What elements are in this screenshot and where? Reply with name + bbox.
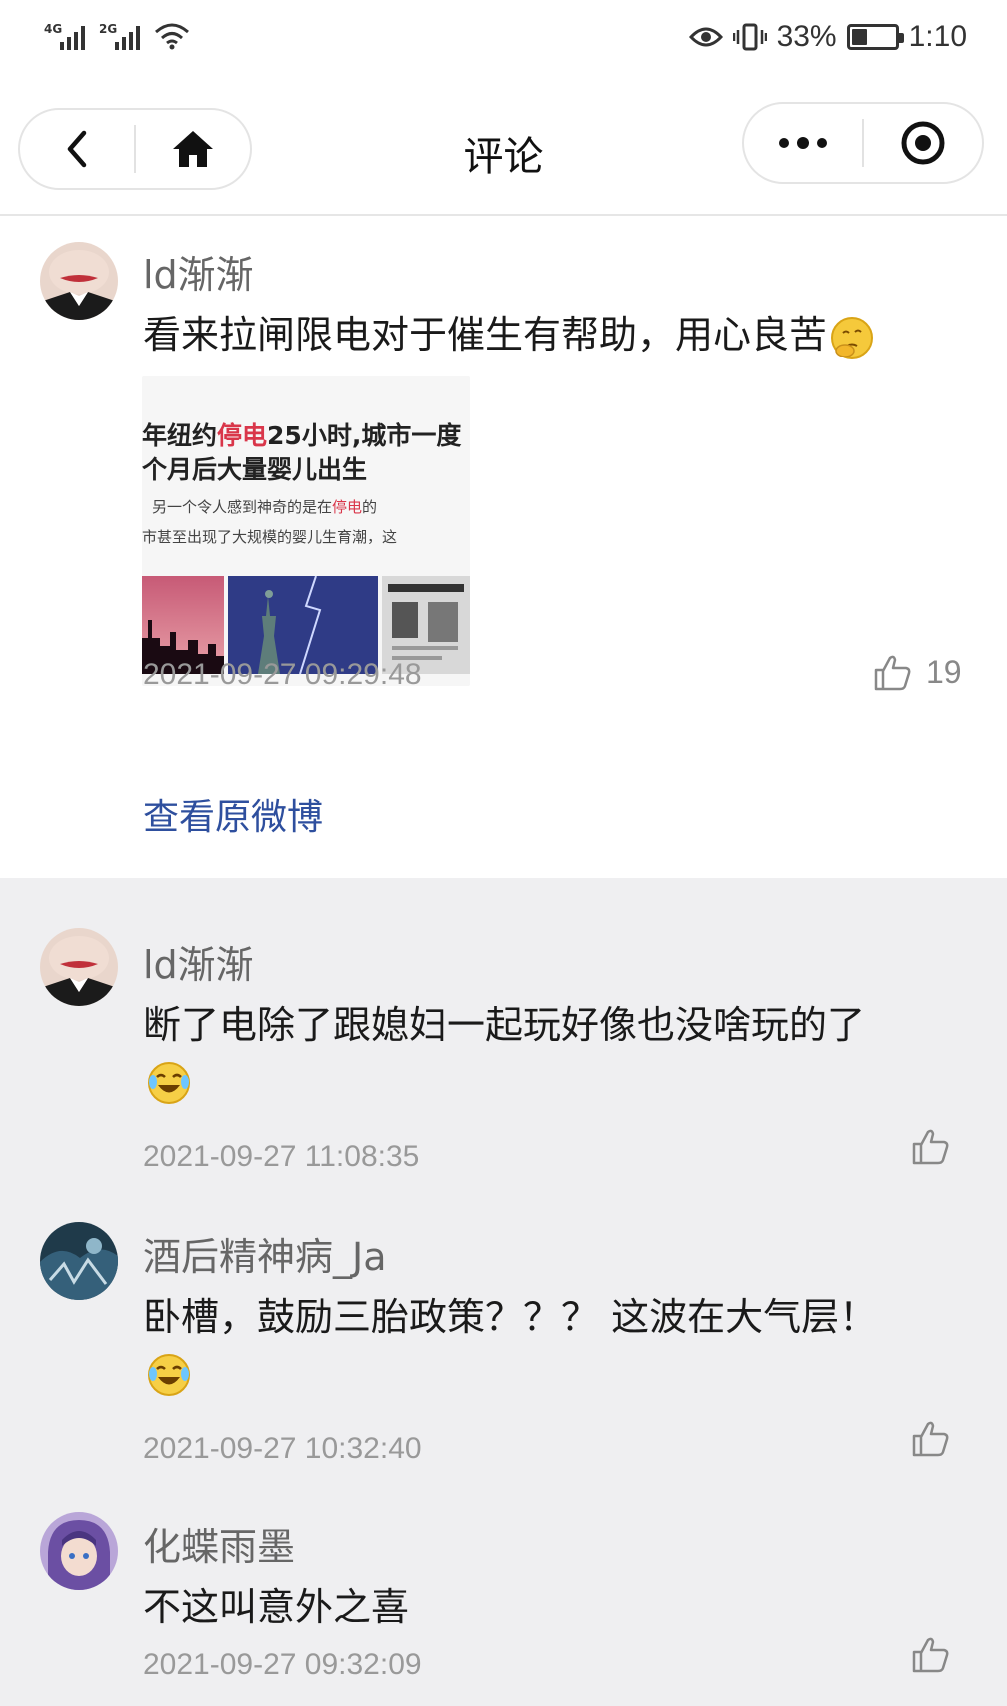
signal-2g-label: 2G — [99, 22, 118, 36]
laugh-cry-emoji-icon — [146, 1352, 192, 1402]
reply-item: 酒后精神病_Ja 卧槽，鼓励三胎政策？？？ 这波在大气层！ 2021-09-27… — [0, 1178, 1007, 1468]
vibrate-icon — [732, 23, 767, 51]
signal-4g-label: 4G — [44, 22, 63, 36]
thumbs-up-icon — [912, 1129, 949, 1165]
reply-item: 化蝶雨墨 不这叫意外之喜 2021-09-27 09:32:09 — [0, 1468, 1007, 1706]
wifi-icon — [155, 23, 189, 50]
like-button[interactable] — [910, 1418, 950, 1458]
status-bar: 4G 2G 33% 1:10 — [0, 0, 1007, 82]
thumbs-up-icon — [874, 655, 911, 691]
reply-timestamp: 2021-09-27 10:32:40 — [143, 1432, 422, 1465]
reply-username[interactable]: 化蝶雨墨 — [143, 1516, 295, 1571]
news-body-1-highlight: 停电 — [332, 498, 363, 516]
reply-item: ld渐渐 断了电除了跟媳妇一起玩好像也没啥玩的了 2021-09-27 11:0… — [0, 878, 1007, 1178]
avatar[interactable] — [40, 928, 118, 1006]
reply-timestamp: 2021-09-27 09:32:09 — [143, 1648, 422, 1681]
more-button[interactable] — [744, 104, 862, 182]
nav-capsule-right — [742, 102, 984, 184]
news-headline-1-suffix: 25小时,城市一度 — [267, 421, 462, 450]
more-dots-icon — [779, 137, 827, 149]
battery-percent: 33% — [776, 20, 837, 53]
signal-4g-icon: 4G — [44, 22, 85, 50]
close-button[interactable] — [864, 104, 982, 182]
news-body-1: 另一个令人感到神奇的是在停电的 — [152, 496, 377, 517]
battery-icon — [846, 24, 904, 50]
comment-username[interactable]: ld渐渐 — [143, 244, 254, 299]
attached-news-image[interactable]: 年纽约停电25小时,城市一度 个月后大量婴儿出生 另一个令人感到神奇的是在停电的… — [142, 376, 470, 686]
thumbs-up-icon — [912, 1421, 949, 1457]
news-body-2: 市甚至出现了大规模的婴儿生育潮，这 — [142, 528, 398, 546]
thinking-emoji-icon — [831, 316, 874, 359]
avatar[interactable] — [40, 1222, 118, 1300]
reply-username[interactable]: ld渐渐 — [143, 934, 254, 989]
reply-text: 卧槽，鼓励三胎政策？？？ 这波在大气层！ — [143, 1295, 878, 1339]
like-button[interactable]: 19 — [872, 652, 962, 692]
news-body-1-suffix: 的 — [362, 498, 378, 516]
like-button[interactable] — [910, 1126, 950, 1166]
avatar[interactable] — [40, 1512, 118, 1590]
nav-bar: 评论 — [0, 82, 1007, 216]
like-button[interactable] — [910, 1634, 950, 1674]
target-circle-icon — [901, 121, 945, 165]
main-comment: ld渐渐 看来拉闸限电对于催生有帮助，用心良苦 年纽约停电25小时,城市一度 个… — [0, 216, 1007, 878]
clock: 1:10 — [908, 20, 967, 53]
signal-2g-icon: 2G — [99, 22, 140, 50]
view-original-weibo-link[interactable]: 查看原微博 — [143, 788, 323, 840]
laugh-cry-emoji-icon — [146, 1060, 192, 1110]
reply-text: 不这叫意外之喜 — [143, 1585, 410, 1629]
comment-timestamp: 2021-09-27 09:29:48 — [143, 658, 422, 691]
battery-fill — [851, 29, 867, 45]
news-headline-1-prefix: 年纽约 — [142, 421, 218, 450]
avatar[interactable] — [40, 242, 118, 320]
comment-text-body: 看来拉闸限电对于催生有帮助，用心良苦 — [143, 313, 828, 357]
reply-text: 断了电除了跟媳妇一起玩好像也没啥玩的了 — [143, 1003, 866, 1047]
news-headline-1-highlight: 停电 — [217, 421, 268, 450]
thumbs-up-icon — [912, 1637, 949, 1673]
reply-username[interactable]: 酒后精神病_Ja — [143, 1226, 387, 1281]
reply-timestamp: 2021-09-27 11:08:35 — [143, 1140, 420, 1173]
news-headline-2: 个月后大量婴儿出生 — [142, 455, 368, 484]
eye-icon — [688, 27, 723, 47]
news-headline-1: 年纽约停电25小时,城市一度 — [142, 416, 461, 452]
like-count: 19 — [926, 653, 962, 690]
comment-text: 看来拉闸限电对于催生有帮助，用心良苦 — [143, 304, 874, 359]
news-body-1-prefix: 另一个令人感到神奇的是在 — [152, 498, 333, 516]
